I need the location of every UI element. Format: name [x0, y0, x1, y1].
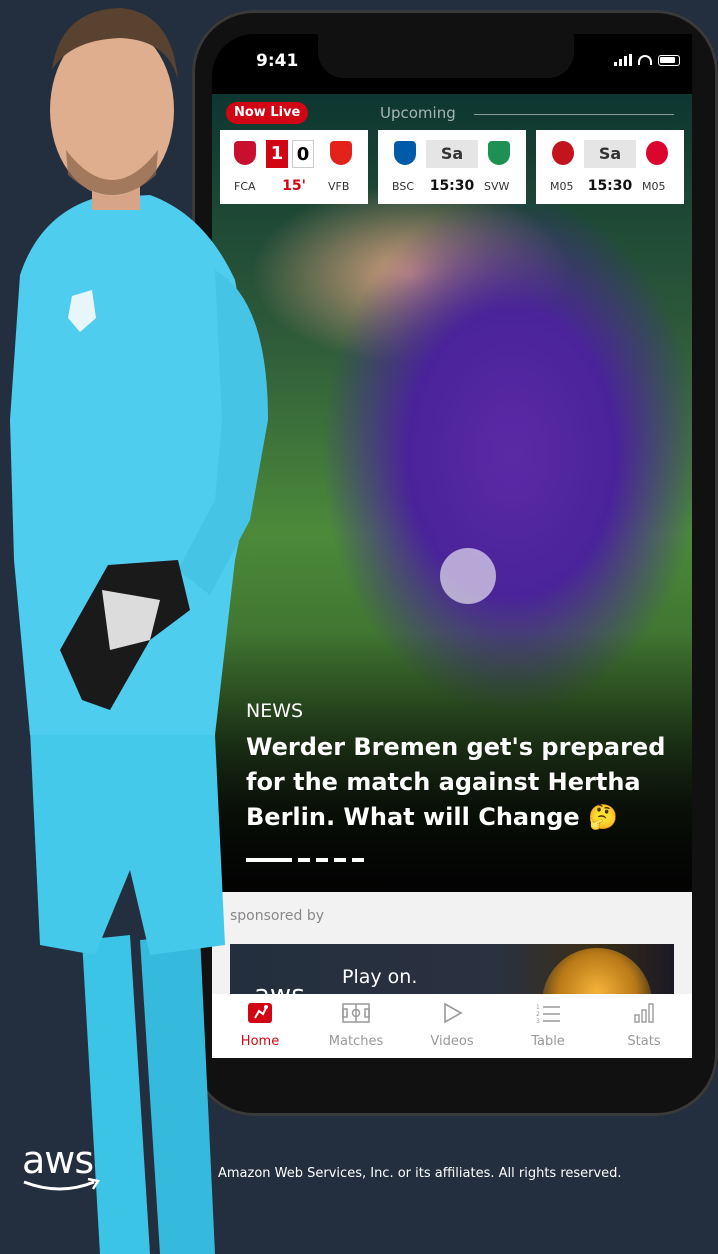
match-card-live[interactable]: 1 0 FCA 15' VFB	[220, 130, 368, 204]
svg-text:3: 3	[536, 1018, 540, 1024]
carousel-pager[interactable]	[246, 858, 364, 862]
pager-dot[interactable]	[298, 858, 310, 862]
system-icons	[614, 54, 680, 66]
nav-matches[interactable]: Matches	[308, 994, 404, 1058]
signal-icon	[614, 54, 632, 66]
match-day: Sa	[584, 140, 636, 168]
vfb-crest-icon	[330, 141, 352, 165]
now-live-tab[interactable]: Now Live	[226, 102, 309, 124]
ad-text: Play on.	[342, 966, 418, 988]
pager-dot-active[interactable]	[246, 858, 292, 862]
bottom-nav: Home Matches Videos 1 2 3 Table Stats	[212, 994, 692, 1058]
nav-label: Stats	[627, 1034, 661, 1049]
kickoff-time: 15:30	[587, 178, 633, 194]
pager-dot[interactable]	[352, 858, 364, 862]
nav-home[interactable]: Home	[212, 994, 308, 1058]
news-category: NEWS	[246, 700, 304, 722]
wifi-icon	[638, 55, 652, 65]
sponsor-label: sponsored by	[230, 908, 325, 924]
nav-label: Videos	[430, 1034, 474, 1049]
copyright-text: Amazon Web Services, Inc. or its affilia…	[218, 1166, 622, 1181]
aws-smile-icon	[23, 1178, 101, 1191]
fca-crest-icon	[234, 141, 256, 165]
table-icon: 1 2 3	[536, 1004, 560, 1024]
pager-dot[interactable]	[316, 858, 328, 862]
nav-videos[interactable]: Videos	[404, 994, 500, 1058]
away-score: 0	[292, 140, 314, 168]
match-minute: 15'	[282, 178, 306, 194]
away-team: SVW	[484, 180, 510, 193]
news-headline[interactable]: Werder Bremen get's prepared for the mat…	[246, 730, 666, 835]
upcoming-tab[interactable]: Upcoming	[380, 104, 456, 122]
nav-label: Table	[531, 1034, 565, 1049]
away-team: VFB	[328, 180, 350, 193]
nav-stats[interactable]: Stats	[596, 994, 692, 1058]
aws-logo: aws	[22, 1138, 94, 1182]
match-ticker-header: Now Live Upcoming	[212, 102, 692, 132]
match-day: Sa	[426, 140, 478, 168]
pitch-icon	[342, 1003, 370, 1023]
home-team: BSC	[392, 180, 415, 193]
svw-crest-icon	[488, 141, 510, 165]
nav-label: Matches	[328, 1034, 384, 1049]
clock: 9:41	[256, 51, 299, 71]
status-bar: 9:41	[212, 34, 692, 94]
fcb-crest-icon	[646, 141, 668, 165]
match-card-upcoming[interactable]: Sa M05 15:30 M05	[536, 130, 684, 204]
pager-dot[interactable]	[334, 858, 346, 862]
bsc-crest-icon	[394, 141, 416, 165]
svg-text:1: 1	[536, 1004, 540, 1011]
away-team: M05	[642, 180, 666, 193]
play-icon	[444, 1002, 463, 1024]
nav-label: Home	[240, 1034, 280, 1049]
play-video-button[interactable]	[440, 548, 496, 604]
kickoff-time: 15:30	[429, 178, 475, 194]
stats-icon	[634, 1003, 654, 1023]
m05-crest-icon	[552, 141, 574, 165]
home-team: FCA	[234, 180, 256, 193]
nav-table[interactable]: 1 2 3 Table	[500, 994, 596, 1058]
battery-icon	[658, 54, 680, 66]
upcoming-divider	[474, 114, 674, 115]
phone-notch	[318, 34, 574, 78]
bundesliga-icon	[248, 1003, 272, 1023]
hero-news-card[interactable]: Now Live Upcoming 1 0 FCA 15' VFB Sa BSC…	[212, 94, 692, 892]
app-screen: 9:41 Now Live Upcoming 1 0 FCA 15' VFB S…	[212, 34, 692, 1058]
svg-text:2: 2	[536, 1011, 540, 1018]
match-card-upcoming[interactable]: Sa BSC 15:30 SVW	[378, 130, 526, 204]
home-score: 1	[266, 140, 288, 168]
